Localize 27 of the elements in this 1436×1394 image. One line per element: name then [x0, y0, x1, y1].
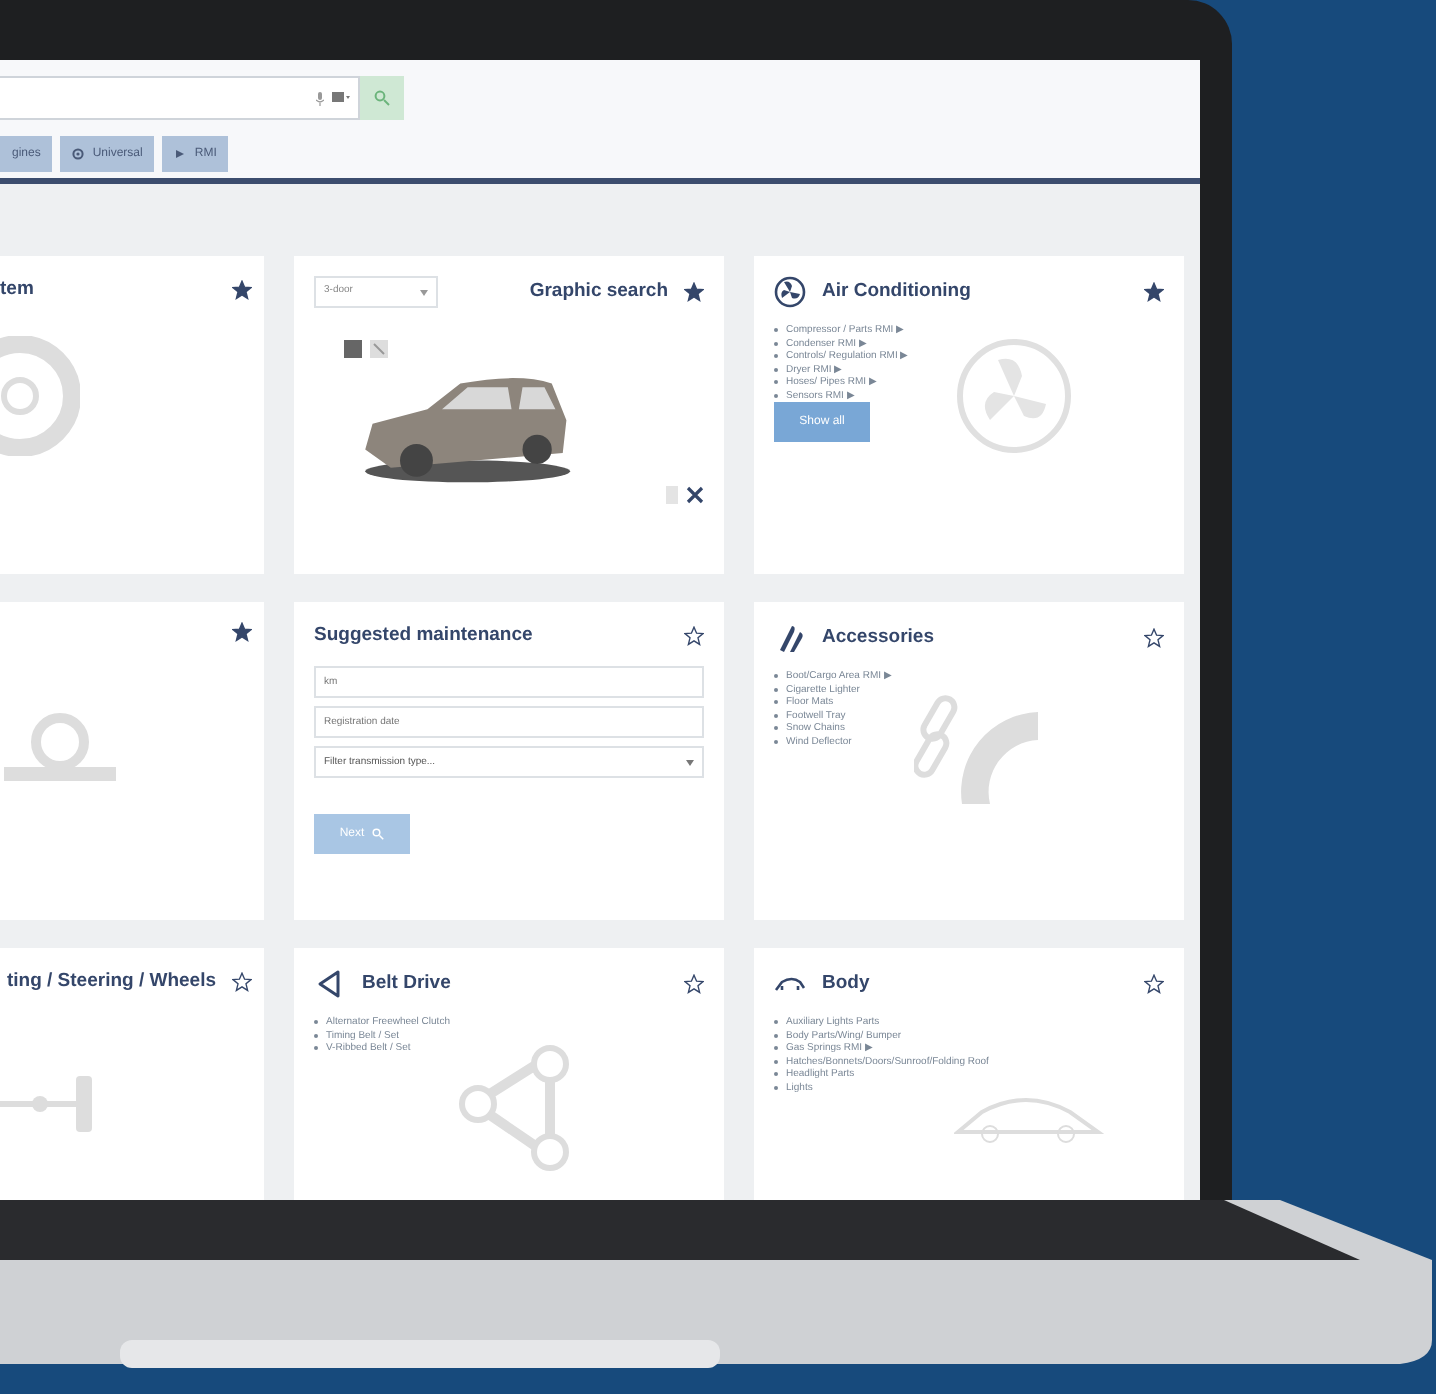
card-title: Suggested maintenance	[314, 622, 533, 650]
gear-icon	[72, 148, 85, 160]
microphone-icon	[316, 91, 324, 105]
fan-drawing	[954, 336, 1074, 456]
card-title: Accessories	[822, 623, 934, 652]
fan-icon	[774, 276, 806, 308]
caret-icon	[420, 289, 428, 295]
caret-icon	[686, 759, 694, 766]
card-title: ting / Steering / Wheels	[6, 968, 216, 996]
card-title: Body	[822, 969, 870, 998]
triangle-icon	[314, 968, 346, 1000]
card-title: Belt Drive	[362, 969, 451, 998]
search-icon	[374, 90, 390, 106]
play-icon	[174, 148, 187, 160]
resize-icon	[370, 340, 388, 358]
grid-view-icon	[344, 340, 362, 358]
flag-icon	[332, 92, 350, 104]
search-button[interactable]	[360, 76, 404, 120]
card-title: Air Conditioning	[822, 277, 971, 306]
search-field[interactable]	[0, 76, 360, 120]
page-icon	[666, 486, 678, 504]
card-title: tem	[0, 276, 34, 304]
chain-drawing	[914, 692, 1042, 808]
search-icon	[372, 828, 385, 841]
belt-drawing	[454, 1044, 574, 1172]
expand-icon	[686, 486, 704, 504]
card-title: Graphic search	[529, 277, 668, 306]
